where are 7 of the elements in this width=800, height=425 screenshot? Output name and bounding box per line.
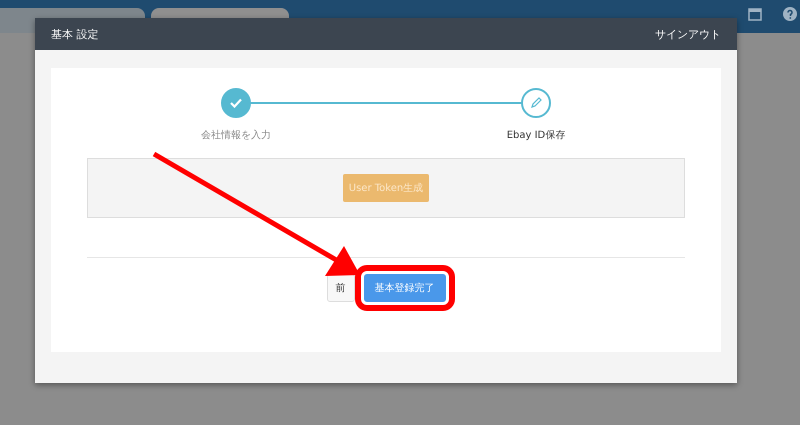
sign-out-link[interactable]: サインアウト <box>655 26 721 42</box>
modal-title: 基本 設定 <box>51 26 98 42</box>
calendar-icon[interactable] <box>748 7 762 21</box>
step-label: 会社情報を入力 <box>201 128 271 142</box>
help-icon[interactable] <box>783 7 797 21</box>
step-label: Ebay ID保存 <box>506 129 566 142</box>
back-button[interactable]: 前 <box>326 274 354 302</box>
